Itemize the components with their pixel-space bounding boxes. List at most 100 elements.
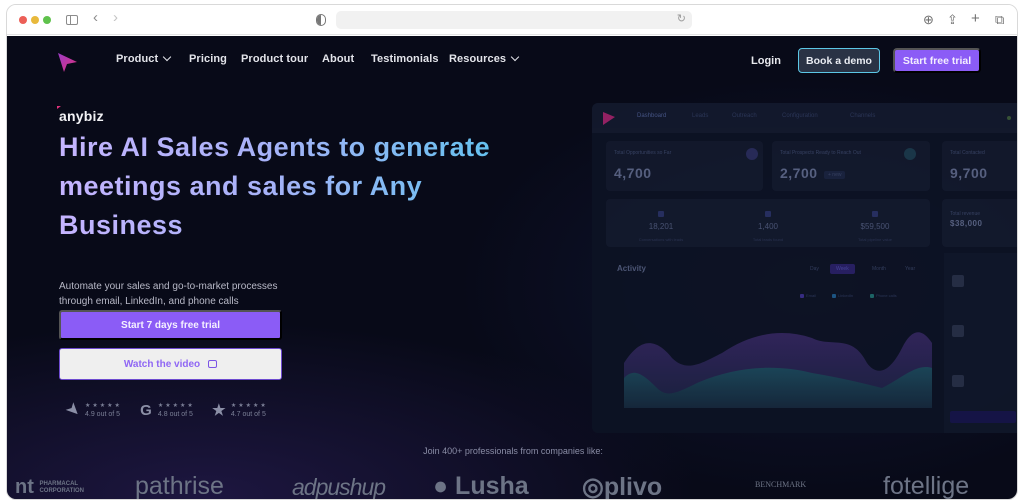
stat-label: Total revenue (950, 211, 981, 217)
legend-linkedin: LinkedIn (832, 293, 853, 298)
dashboard-logo-icon (603, 112, 615, 125)
address-bar[interactable]: ↻ (336, 11, 692, 29)
recent-activity-panel (944, 253, 1017, 433)
dashboard-tab: Leads (692, 113, 709, 119)
stats-card: 18,201 Conversations with leads 1,400 To… (606, 199, 930, 247)
nav-pricing-label: Pricing (189, 53, 227, 65)
brand-name: anybiz (59, 108, 104, 124)
browser-toolbar: ‹ › ↻ ⊕ ⇪ + ⧉ (7, 5, 1017, 35)
activity-thumbnail (952, 375, 964, 387)
nav-product-label: Product (116, 53, 159, 65)
stat-icon (765, 211, 771, 217)
stat-value: $38,000 (950, 219, 983, 228)
metric-value: 4,700 (614, 165, 652, 181)
rating-stars: ★★★★★ (157, 402, 195, 409)
rating-star: ★ ★★★★★ 4.7 out of 5 (211, 401, 268, 419)
start-free-trial-button[interactable]: Start free trial (893, 48, 981, 73)
stat-value: 18,201 (648, 222, 674, 231)
nav-resources-label: Resources (449, 53, 507, 65)
nav-resources[interactable]: Resources (449, 52, 520, 65)
nav-about-label: About (322, 53, 355, 65)
forward-icon[interactable]: › (113, 10, 118, 26)
metric-label: Total Prospects Ready to Reach Out (780, 150, 861, 156)
download-icon[interactable]: ⊕ (923, 12, 934, 28)
privacy-shield-icon[interactable] (316, 14, 326, 26)
metric-label: Total Contacted (950, 150, 985, 156)
metric-badge: + new (824, 171, 846, 179)
video-chat-icon (208, 360, 218, 368)
logo-fotellige: fotellige (883, 472, 970, 500)
customer-logos: nt PHARMACAL CORPORATION pathrise adpushu… (7, 468, 1017, 500)
nav-product-tour[interactable]: Product tour (241, 53, 308, 65)
period-year: Year (905, 266, 916, 272)
reload-icon[interactable]: ↻ (677, 12, 686, 25)
activity-area-chart (624, 332, 932, 408)
g2-icon: G (140, 401, 152, 419)
legend-phone: Phone calls (870, 293, 897, 298)
stat-icon (872, 211, 878, 217)
stat-label: Total pipeline value (857, 237, 893, 242)
hero-subheadline: Automate your sales and go-to-market pro… (59, 281, 278, 307)
maximize-window-button[interactable] (43, 16, 51, 24)
ratings-row: ➤ ★★★★★ 4.9 out of 5 G ★★★★★ 4.8 out of … (63, 399, 268, 420)
dashboard-topbar: Dashboard Leads Outreach Configuration C… (592, 103, 1017, 133)
minimize-window-button[interactable] (31, 16, 39, 24)
rating-stars: ★★★★★ (85, 402, 122, 409)
rating-score: 4.7 out of 5 (230, 410, 266, 418)
status-dot-icon (1007, 116, 1011, 120)
metric-card: Total Prospects Ready to Reach Out 2,700… (772, 141, 930, 191)
nav-product-tour-label: Product tour (241, 53, 309, 65)
anybiz-logo-icon[interactable] (56, 51, 78, 73)
rating-g2: G ★★★★★ 4.8 out of 5 (138, 401, 195, 419)
logo-adpushup: adpushup (292, 474, 386, 500)
login-link[interactable]: Login (751, 55, 781, 67)
dashboard-tab: Dashboard (637, 113, 667, 119)
star-icon: ★ (212, 402, 226, 419)
metric-value: 2,700 (780, 165, 818, 181)
metric-icon (746, 148, 758, 160)
panel-action-button (950, 411, 1016, 423)
social-proof-caption: Join 400+ professionals from companies l… (423, 446, 603, 456)
logo-lusha: ● Lusha (433, 472, 529, 500)
stat-icon (658, 211, 664, 217)
new-tab-icon[interactable]: + (971, 10, 980, 27)
rating-stars: ★★★★★ (230, 402, 268, 409)
rating-capterra: ➤ ★★★★★ 4.9 out of 5 (63, 399, 122, 420)
stat-item: $59,500 Total pipeline value (820, 199, 930, 242)
sidebar-toggle-icon[interactable] (66, 15, 78, 25)
dashboard-preview: Dashboard Leads Outreach Configuration C… (592, 103, 1017, 433)
watch-video-label: Watch the video (123, 358, 201, 370)
stat-label: Total leads found (752, 237, 784, 242)
metric-card: Total Contacted 9,700 (942, 141, 1017, 191)
activity-thumbnail (952, 325, 964, 337)
metric-card: Total Opportunities so Far 4,700 (606, 141, 763, 191)
nav-about[interactable]: About (322, 53, 354, 65)
share-icon[interactable]: ⇪ (947, 12, 958, 28)
stat-item: 1,400 Total leads found (713, 199, 823, 242)
stat-value: 1,400 (757, 222, 779, 231)
nav-testimonials[interactable]: Testimonials (371, 53, 439, 65)
logo-plivo: ◎plivo (582, 473, 663, 500)
stat-label: Conversations with leads (638, 237, 684, 242)
nav-pricing[interactable]: Pricing (189, 53, 227, 65)
chevron-down-icon (163, 52, 172, 62)
back-icon[interactable]: ‹ (93, 10, 98, 26)
nav-testimonials-label: Testimonials (371, 53, 439, 65)
dashboard-tab: Outreach (732, 113, 757, 119)
close-window-button[interactable] (19, 16, 27, 24)
activity-title: Activity (617, 264, 646, 273)
book-demo-button[interactable]: Book a demo (798, 48, 880, 73)
period-month: Month (872, 266, 886, 272)
dashboard-tab: Configuration (782, 113, 818, 119)
dashboard-tab: Channels (850, 113, 876, 119)
nav-product[interactable]: Product (116, 52, 172, 65)
watch-video-button[interactable]: Watch the video (59, 348, 282, 380)
logo-benchmark: BENCHMARK (755, 480, 807, 489)
landing-page: Product Pricing Product tour About Testi… (7, 36, 1017, 500)
tabs-overview-icon[interactable]: ⧉ (995, 12, 1004, 28)
rating-score: 4.9 out of 5 (85, 410, 121, 418)
start-7-days-trial-button[interactable]: Start 7 days free trial (59, 310, 282, 340)
rating-score: 4.8 out of 5 (157, 410, 193, 418)
period-day: Day (810, 266, 819, 272)
brand-wordmark: anybiz (57, 106, 104, 124)
